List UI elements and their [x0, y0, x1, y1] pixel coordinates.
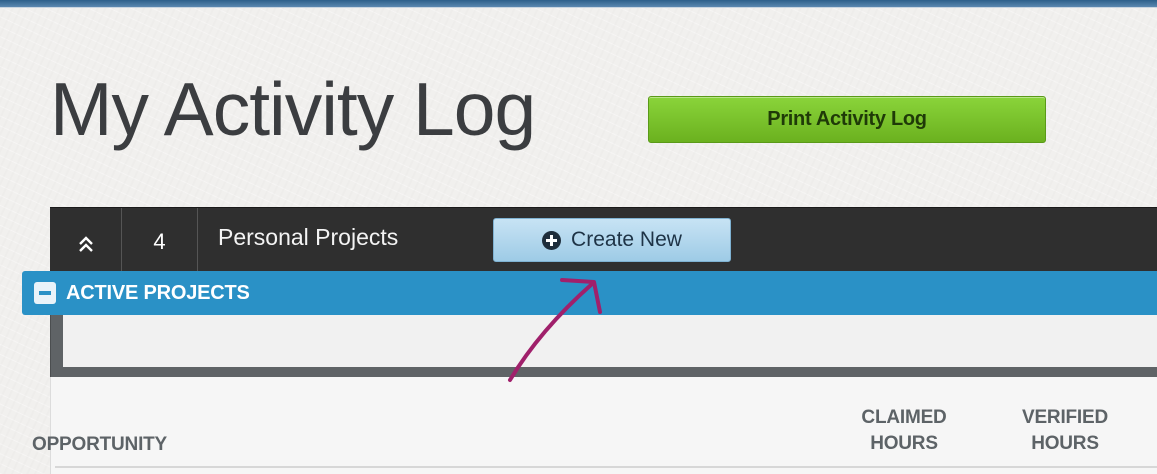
column-header-opportunity[interactable]: OPPORTUNITY [32, 432, 167, 458]
project-count: 4 [122, 208, 198, 272]
create-new-label: Create New [571, 228, 682, 251]
active-projects-label: ACTIVE PROJECTS [66, 282, 250, 304]
annotation-arrow-icon [508, 278, 602, 382]
column-header-claimed-hours[interactable]: CLAIMED HOURS [845, 405, 963, 457]
personal-projects-bar: 4 Personal Projects Create New [50, 207, 1157, 272]
active-projects-content [63, 315, 1157, 367]
double-chevron-up-icon [78, 236, 93, 252]
verified-line1: VERIFIED [1021, 407, 1109, 428]
table-header-divider [55, 466, 1157, 468]
verified-line2: HOURS [1031, 433, 1099, 454]
print-activity-log-button[interactable]: Print Activity Log [648, 96, 1046, 143]
section-title: Personal Projects [218, 224, 399, 250]
create-new-button[interactable]: Create New [493, 218, 731, 262]
claimed-line1: CLAIMED [861, 407, 947, 428]
page-title: My Activity Log [50, 67, 536, 151]
column-header-verified-hours[interactable]: VERIFIED HOURS [1006, 405, 1124, 457]
top-rule [0, 0, 1157, 8]
minus-square-icon[interactable] [34, 282, 56, 304]
collapse-toggle[interactable] [50, 208, 122, 272]
activity-table [50, 377, 1157, 474]
plus-circle-icon [542, 230, 562, 250]
claimed-line2: HOURS [870, 433, 938, 454]
